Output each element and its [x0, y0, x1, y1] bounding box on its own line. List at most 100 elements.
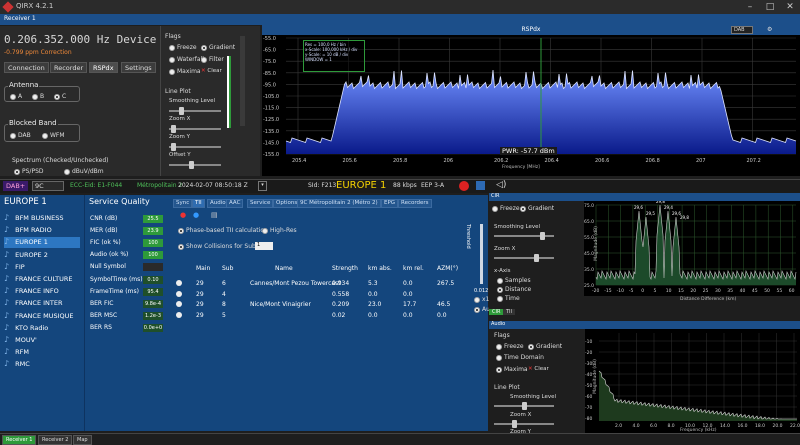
- station-item[interactable]: ♪ EUROPE 1: [4, 237, 80, 249]
- tab-map[interactable]: Map: [73, 435, 92, 445]
- tab-recorder[interactable]: Recorder: [50, 62, 88, 73]
- offset-y-slider[interactable]: [169, 161, 221, 169]
- cir-freeze-checkbox[interactable]: Freeze: [492, 205, 520, 212]
- clear-button[interactable]: ✕ Clear: [201, 68, 222, 74]
- blocked-wfm-radio[interactable]: WFM: [42, 132, 65, 139]
- minimize-icon[interactable]: –: [744, 1, 756, 13]
- antenna-c-radio[interactable]: C: [54, 93, 66, 100]
- station-item[interactable]: ♪ FRANCE CULTURE: [4, 274, 80, 285]
- maxima-radio[interactable]: Maxima: [169, 68, 201, 75]
- pin-icon[interactable]: ●: [180, 211, 186, 219]
- document-icon[interactable]: ▤: [211, 211, 218, 219]
- cir-x-tick: 35: [727, 288, 733, 294]
- tii-tab[interactable]: AAC: [226, 199, 244, 208]
- station-item[interactable]: ♪ RFM: [4, 347, 80, 358]
- dot-icon[interactable]: ●: [193, 211, 199, 219]
- row-checkbox[interactable]: [176, 280, 182, 286]
- antenna-b-radio[interactable]: B: [32, 93, 44, 100]
- tii-tab[interactable]: Sync: [173, 199, 193, 208]
- cir-bottom-tab[interactable]: CIR: [489, 309, 504, 315]
- tii-tab[interactable]: Recorders: [398, 199, 432, 208]
- tab-settings[interactable]: Settings: [121, 62, 156, 73]
- device-panel: 0.206.352.000 Hz Device -0.799 ppm Corre…: [0, 26, 160, 176]
- tii-cell: 29: [196, 311, 204, 319]
- threshold-slider[interactable]: [480, 224, 483, 284]
- dbuv-dbm-radio[interactable]: dBuV/dBm: [64, 168, 104, 175]
- collisions-checkbox[interactable]: Show Collisions for Sub Id: [178, 243, 263, 250]
- freeze-radio[interactable]: Freeze: [169, 44, 197, 51]
- zoom-y-slider[interactable]: [169, 143, 221, 151]
- speaker-icon[interactable]: ◁): [496, 180, 506, 190]
- blocked-dab-radio[interactable]: DAB: [10, 132, 31, 139]
- audio-x-tick: 2.0: [615, 423, 622, 429]
- station-item[interactable]: ♪ BFM BUSINESS: [4, 213, 80, 224]
- mode-select[interactable]: DAB: [731, 26, 753, 34]
- maximize-icon[interactable]: □: [764, 1, 776, 13]
- channel-select[interactable]: 9C: [32, 181, 64, 191]
- bottom-tab-bar: Receiver 1 Receiver 2 Map: [0, 433, 800, 445]
- tab-connection[interactable]: Connection: [4, 62, 49, 73]
- audio-plot[interactable]: -10 -20 -30 -40 -50 -60 -70 -80 2.0 4.0 6.0 8.0 10.…: [585, 329, 800, 435]
- distance-radio[interactable]: Distance: [497, 286, 531, 293]
- row-checkbox[interactable]: [176, 311, 182, 318]
- audio-clear-button[interactable]: ✕ Clear: [528, 366, 549, 372]
- cir-zoom-slider[interactable]: [494, 254, 554, 262]
- dropdown-icon[interactable]: ▾: [258, 181, 267, 191]
- high-res-checkbox[interactable]: High-Res: [262, 227, 297, 234]
- audio-maxima-checkbox[interactable]: Maxima: [496, 366, 528, 373]
- audio-zoom-x-slider[interactable]: [494, 420, 554, 428]
- sub-id-select[interactable]: 1: [255, 242, 273, 250]
- audio-freeze-checkbox[interactable]: Freeze: [496, 343, 524, 350]
- tii-bottom-tab[interactable]: TII: [503, 309, 516, 315]
- settings-icon[interactable]: ⚙: [767, 26, 772, 33]
- ppm-correction[interactable]: -0.799 ppm Correction: [4, 49, 72, 56]
- station-item[interactable]: ♪ FRANCE MUSIQUE: [4, 311, 80, 322]
- tii-cell: 29: [196, 290, 204, 298]
- row-checkbox[interactable]: [176, 290, 182, 297]
- cir-gradient-checkbox[interactable]: Gradient: [520, 205, 554, 212]
- y-tick: -115.0: [263, 106, 279, 112]
- cir-plot[interactable]: 75.0 65.0 55.0 45.0 35.0 25.0 -20 -15 -10 -5 0 5 10…: [584, 199, 800, 302]
- record-icon[interactable]: [459, 181, 469, 191]
- zoom-x-slider[interactable]: [169, 125, 221, 133]
- phase-tii-checkbox[interactable]: Phase-based TII calculation: [178, 227, 268, 234]
- cir-x-tick: 10: [666, 288, 672, 294]
- gradient-radio[interactable]: Gradient: [201, 44, 235, 51]
- close-icon[interactable]: ✕: [784, 1, 796, 13]
- samples-radio[interactable]: Samples: [497, 277, 531, 284]
- tii-tab[interactable]: Service: [247, 199, 274, 208]
- time-domain-checkbox[interactable]: Time Domain: [496, 354, 544, 361]
- tab-rspdx[interactable]: RSPdx: [89, 62, 118, 73]
- quality-value: 100: [143, 251, 163, 260]
- tii-cell: 0.0: [368, 290, 378, 298]
- station-item[interactable]: ♪ MOUV': [4, 335, 80, 346]
- station-item[interactable]: ♪ FRANCE INFO: [4, 286, 80, 297]
- station-item[interactable]: ♪ KTO Radio: [4, 323, 80, 334]
- antenna-a-radio[interactable]: A: [10, 93, 22, 100]
- tii-tab[interactable]: EPG: [381, 199, 399, 208]
- offset-y-label: Offset Y: [169, 152, 191, 158]
- station-item[interactable]: ♪ RMC: [4, 359, 80, 370]
- tii-cell: 5.3: [368, 280, 378, 287]
- station-item[interactable]: ♪ FRANCE INTER: [4, 298, 80, 309]
- tii-tab[interactable]: 9C Métropolitain 2 (Métro 2): [297, 199, 381, 208]
- audio-gradient-checkbox[interactable]: Gradient: [528, 343, 562, 350]
- audio-smoothing-slider[interactable]: [494, 402, 554, 410]
- station-item[interactable]: ♪ BFM RADIO: [4, 225, 80, 236]
- threshold-value: 0.012: [474, 288, 489, 294]
- tii-tab[interactable]: TII: [192, 199, 205, 208]
- stop-icon[interactable]: [476, 181, 485, 190]
- smoothing-slider[interactable]: [169, 107, 221, 115]
- time-radio[interactable]: Time: [497, 295, 520, 302]
- ps-psd-radio[interactable]: PS/PSD: [14, 168, 44, 175]
- cir-smoothing-slider[interactable]: [494, 232, 554, 240]
- tab-receiver-1[interactable]: Receiver 1: [2, 435, 37, 445]
- station-item[interactable]: ♪ FIP: [4, 262, 80, 273]
- station-item[interactable]: ♪ EUROPE 2: [4, 250, 80, 261]
- filter-radio[interactable]: Filter: [201, 56, 224, 63]
- tab-receiver-2[interactable]: Receiver 2: [38, 435, 73, 445]
- waterfall-radio[interactable]: Waterfall: [169, 56, 204, 63]
- scroll-bar[interactable]: [240, 36, 245, 126]
- frequency-display[interactable]: 0.206.352.000 Hz Device: [4, 33, 156, 46]
- row-checkbox[interactable]: [176, 301, 182, 307]
